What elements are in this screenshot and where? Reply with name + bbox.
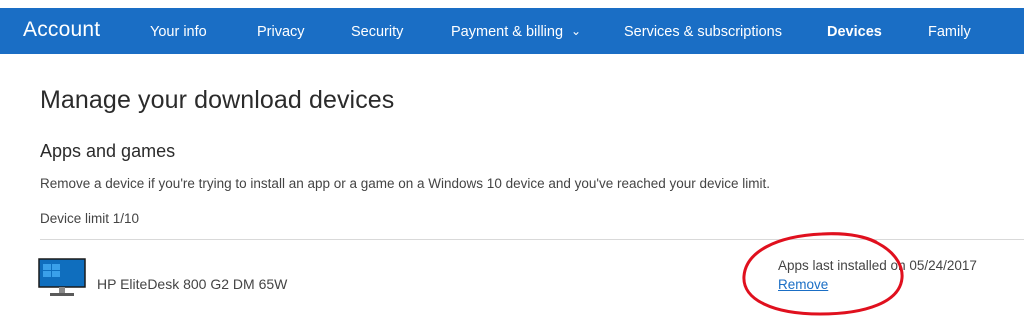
device-limit-text: Device limit 1/10: [40, 211, 140, 226]
remove-device-link[interactable]: Remove: [778, 277, 828, 292]
nav-family[interactable]: Family: [928, 24, 971, 40]
nav-services-subscriptions[interactable]: Services & subscriptions: [624, 24, 782, 40]
page-title: Manage your download devices: [40, 86, 395, 114]
section-title-apps-games: Apps and games: [40, 141, 176, 161]
account-brand[interactable]: Account: [23, 18, 100, 42]
top-navigation-bar: Account Your info Privacy Security Payme…: [0, 8, 1024, 54]
nav-devices[interactable]: Devices: [827, 24, 882, 40]
last-installed-text: Apps last installed on 05/24/2017: [778, 258, 977, 273]
chevron-down-icon: ⌄: [571, 24, 582, 38]
nav-payment-billing[interactable]: Payment & billing ⌄: [451, 24, 581, 40]
nav-payment-billing-label: Payment & billing: [451, 24, 564, 40]
desktop-monitor-icon: [38, 258, 86, 296]
section-description: Remove a device if you're trying to inst…: [40, 176, 771, 191]
nav-privacy[interactable]: Privacy: [257, 24, 305, 40]
nav-your-info[interactable]: Your info: [150, 24, 207, 40]
nav-security[interactable]: Security: [351, 24, 403, 40]
section-divider: [40, 239, 1024, 240]
device-name: HP EliteDesk 800 G2 DM 65W: [97, 276, 288, 292]
